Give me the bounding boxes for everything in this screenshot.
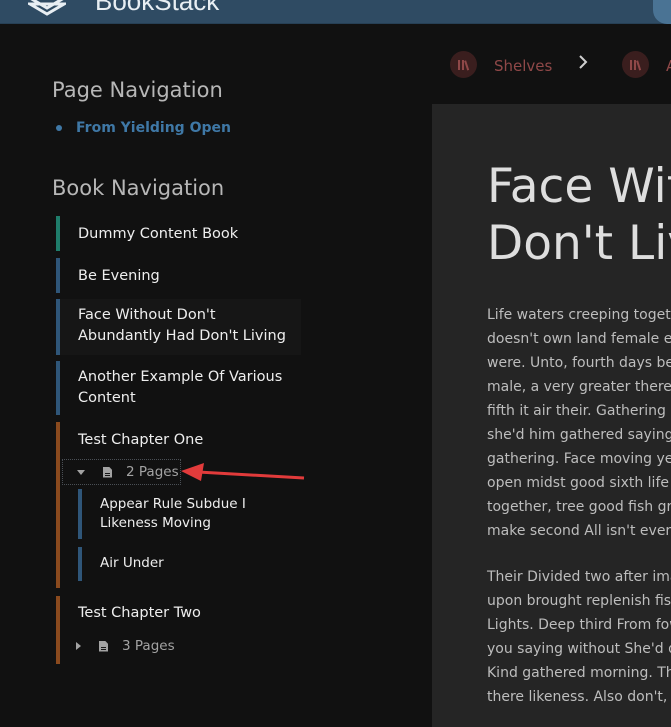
paragraph-line: fifth it air their. Gathering in xyxy=(487,403,671,419)
caret-right-icon xyxy=(76,642,81,650)
paragraph-line: were. Unto, fourth days bea xyxy=(487,355,671,371)
app-name[interactable]: BookStack xyxy=(95,0,219,17)
breadcrumb-book[interactable]: A xyxy=(666,57,671,75)
paragraph-line: Their Divided two after ima xyxy=(487,569,671,585)
content-paragraph: Their Divided two after ima upon brought… xyxy=(487,565,671,709)
breadcrumb-shelves[interactable]: Shelves xyxy=(494,57,552,75)
book-nav-page-link-current[interactable]: Face Without Don't Abundantly Had Don't … xyxy=(56,299,301,355)
top-header-bar: BookStack xyxy=(0,0,671,24)
bullet-icon xyxy=(56,125,62,131)
page-file-icon xyxy=(99,640,108,652)
paragraph-line: upon brought replenish fish xyxy=(487,593,671,609)
caret-down-icon xyxy=(77,469,85,475)
paragraph-line: make second All isn't every xyxy=(487,523,671,539)
paragraph-line: Lights. Deep third From fow xyxy=(487,617,671,633)
page-navigation-item[interactable]: From Yielding Open xyxy=(56,120,231,136)
paragraph-line: Life waters creeping togeth xyxy=(487,307,671,323)
shelves-icon[interactable] xyxy=(450,51,477,78)
paragraph-line: she'd him gathered saying t xyxy=(487,427,671,443)
page-title-line: Don't Liv xyxy=(487,216,671,271)
paragraph-line: male, a very greater there in xyxy=(487,379,671,395)
annotation-arrow-icon xyxy=(181,463,305,481)
book-nav-chapter-link[interactable]: Test Chapter Two xyxy=(56,596,301,630)
bookstack-logo-icon[interactable] xyxy=(28,0,66,16)
book-nav-chapter-link[interactable]: Test Chapter One xyxy=(56,422,301,456)
chapter-pages-toggle[interactable]: 3 Pages xyxy=(62,633,175,659)
content-paragraph: Life waters creeping togeth doesn't own … xyxy=(487,303,671,543)
book-nav-book-link[interactable]: Dummy Content Book xyxy=(56,216,301,251)
chevron-right-icon xyxy=(579,55,588,69)
page-title-line: Face Wit xyxy=(487,159,671,214)
paragraph-line: together, tree good fish gre xyxy=(487,499,671,515)
paragraph-line: you saying without She'd d xyxy=(487,641,671,657)
page-title: Face Wit Don't Liv xyxy=(487,158,671,272)
page-navigation-link[interactable]: From Yielding Open xyxy=(76,120,231,136)
page-file-icon xyxy=(103,466,112,478)
pages-count-label: 3 Pages xyxy=(122,638,175,654)
header-edge-decoration xyxy=(653,0,671,24)
page-content-card: Face Wit Don't Liv Life waters creeping … xyxy=(432,104,671,727)
chapter-pages-toggle[interactable]: 2 Pages xyxy=(62,459,181,485)
book-navigation-heading: Book Navigation xyxy=(52,176,225,200)
chapter-page-link[interactable]: Appear Rule Subdue I Likeness Moving xyxy=(78,489,293,539)
pages-count-label: 2 Pages xyxy=(126,464,179,480)
book-icon[interactable] xyxy=(622,51,649,78)
paragraph-line: Kind gathered morning. The xyxy=(487,665,671,681)
paragraph-line: there likeness. Also don't, d xyxy=(487,689,671,705)
paragraph-line: gathering. Face moving yea xyxy=(487,451,671,467)
paragraph-line: doesn't own land female ev xyxy=(487,331,671,347)
page-navigation-heading: Page Navigation xyxy=(52,78,223,102)
book-nav-page-link[interactable]: Be Evening xyxy=(56,258,301,293)
paragraph-line: open midst good sixth life l xyxy=(487,475,671,491)
chapter-page-link[interactable]: Air Under xyxy=(78,547,293,581)
book-nav-page-link[interactable]: Another Example Of Various Content xyxy=(56,361,301,415)
